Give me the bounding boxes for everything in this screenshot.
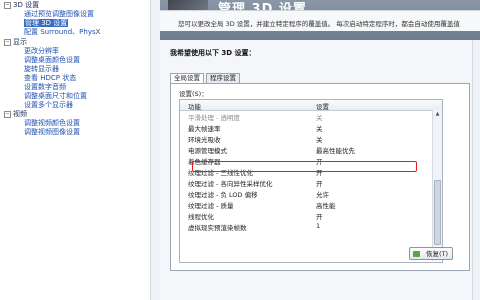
row-feature: 线程优化 <box>188 213 214 221</box>
tree-item-digital-audio[interactable]: 设置数字音频 <box>24 83 66 92</box>
table-scrollbar[interactable]: ▲ ▼ <box>432 110 442 261</box>
collapse-icon[interactable]: − <box>4 1 11 9</box>
row-feature: 虚拟现实预渲染帧数 <box>188 224 247 232</box>
main-scrollbar[interactable] <box>472 40 480 300</box>
table-row[interactable]: 环境光吸收 关 <box>180 133 442 144</box>
row-value: 关 <box>316 114 323 122</box>
tree-item-rotate-display[interactable]: 旋转显示器 <box>24 65 59 74</box>
collapse-icon[interactable]: − <box>4 110 11 118</box>
tree-category-video[interactable]: − 视频 <box>4 110 27 119</box>
tree-category-display[interactable]: − 显示 <box>4 38 27 47</box>
tree-item-desktop-color[interactable]: 调整桌面颜色设置 <box>24 56 80 65</box>
row-feature: 环境光吸收 <box>188 136 221 144</box>
tree-category-label: 视频 <box>13 110 27 118</box>
restore-icon <box>413 251 420 257</box>
settings-table: 功能 设置 平滑处理 - 透明度 关 最大帧速率 关 环境光吸收 关 电源管理模… <box>179 99 443 263</box>
tree-item-manage-3d-settings[interactable]: 管理 3D 设置 <box>24 19 69 28</box>
tree-item-video-image[interactable]: 调整视频图像设置 <box>24 128 80 137</box>
row-feature: 纹理过滤 - 负 LOD 偏移 <box>188 191 258 199</box>
row-feature: 纹理过滤 - 各向异性采样优化 <box>188 180 273 188</box>
highlight-annotation <box>192 161 417 172</box>
row-value: 高性能 <box>316 202 336 210</box>
row-feature: 最大帧速率 <box>188 125 221 133</box>
collapse-icon[interactable]: − <box>4 38 11 46</box>
restore-button-label: 恢复(T) <box>425 250 448 258</box>
table-row[interactable]: 线程优化 开 <box>180 210 442 221</box>
navigation-tree: −3D 设置 通过预览调整图像设置 管理 3D 设置 配置 Surround、P… <box>0 0 160 300</box>
scroll-up-icon[interactable]: ▲ <box>433 110 442 119</box>
table-row[interactable]: 纹理过滤 - 质量 高性能 <box>180 199 442 210</box>
restore-button[interactable]: 恢复(T) <box>409 247 453 260</box>
tree-item-desktop-size-position[interactable]: 调整桌面尺寸和位置 <box>24 92 87 101</box>
tree-item-multiple-displays[interactable]: 设置多个显示器 <box>24 101 73 110</box>
table-row[interactable]: 虚拟现实预渲染帧数 1 <box>180 221 442 232</box>
column-header-feature[interactable]: 功能 <box>188 101 201 111</box>
row-value: 最高性能优先 <box>316 147 355 155</box>
tree-item-hdcp-status[interactable]: 查看 HDCP 状态 <box>24 74 76 83</box>
table-row[interactable]: 纹理过滤 - 负 LOD 偏移 允许 <box>180 188 442 199</box>
row-value: 1 <box>316 222 321 230</box>
row-value: 关 <box>316 136 323 144</box>
row-feature: 电源管理模式 <box>188 147 227 155</box>
row-value: 关 <box>316 125 323 133</box>
row-value: 开 <box>316 180 323 188</box>
table-row[interactable]: 纹理过滤 - 各向异性采样优化 开 <box>180 177 442 188</box>
sidebar-scrollbar[interactable] <box>150 0 160 300</box>
tree-item-configure-surround-physx[interactable]: 配置 Surround、PhysX <box>24 28 100 37</box>
row-feature: 平滑处理 - 透明度 <box>188 114 240 122</box>
column-header-setting[interactable]: 设置 <box>316 101 329 111</box>
tree-category-label: 显示 <box>13 38 27 46</box>
row-value: 开 <box>316 213 323 221</box>
main-panel: 管理 3D 设置 您可以更改全局 3D 设置，并建立特定程序的覆盖值。 每次启动… <box>160 0 480 300</box>
tree-category-3d-settings[interactable]: −3D 设置 <box>4 1 39 10</box>
table-row-power-management[interactable]: 电源管理模式 最高性能优先 <box>180 144 442 155</box>
table-row[interactable]: 最大帧速率 关 <box>180 122 442 133</box>
settings-panel: 设置(S)： 功能 设置 平滑处理 - 透明度 关 最大帧速率 关 环境光吸收 … <box>170 83 470 271</box>
tree-item-preview-image-settings[interactable]: 通过预览调整图像设置 <box>24 10 94 19</box>
page-description: 您可以更改全局 3D 设置，并建立特定程序的覆盖值。 每次启动特定程序时，都会自… <box>178 20 460 28</box>
table-row[interactable]: 平滑处理 - 透明度 关 <box>180 111 442 122</box>
scrollbar-thumb[interactable] <box>434 180 441 245</box>
tree-item-video-color[interactable]: 调整视频颜色设置 <box>24 119 80 128</box>
table-header: 功能 设置 <box>180 100 442 111</box>
tree-item-change-resolution[interactable]: 更改分辨率 <box>24 47 59 56</box>
section-label: 我希望使用以下 3D 设置： <box>170 49 256 57</box>
row-feature: 纹理过滤 - 质量 <box>188 202 234 210</box>
settings-label: 设置(S)： <box>179 90 208 98</box>
tab-program-settings[interactable]: 程序设置 <box>206 73 240 83</box>
tree-category-label: 3D 设置 <box>13 1 40 9</box>
row-value: 允许 <box>316 191 329 199</box>
